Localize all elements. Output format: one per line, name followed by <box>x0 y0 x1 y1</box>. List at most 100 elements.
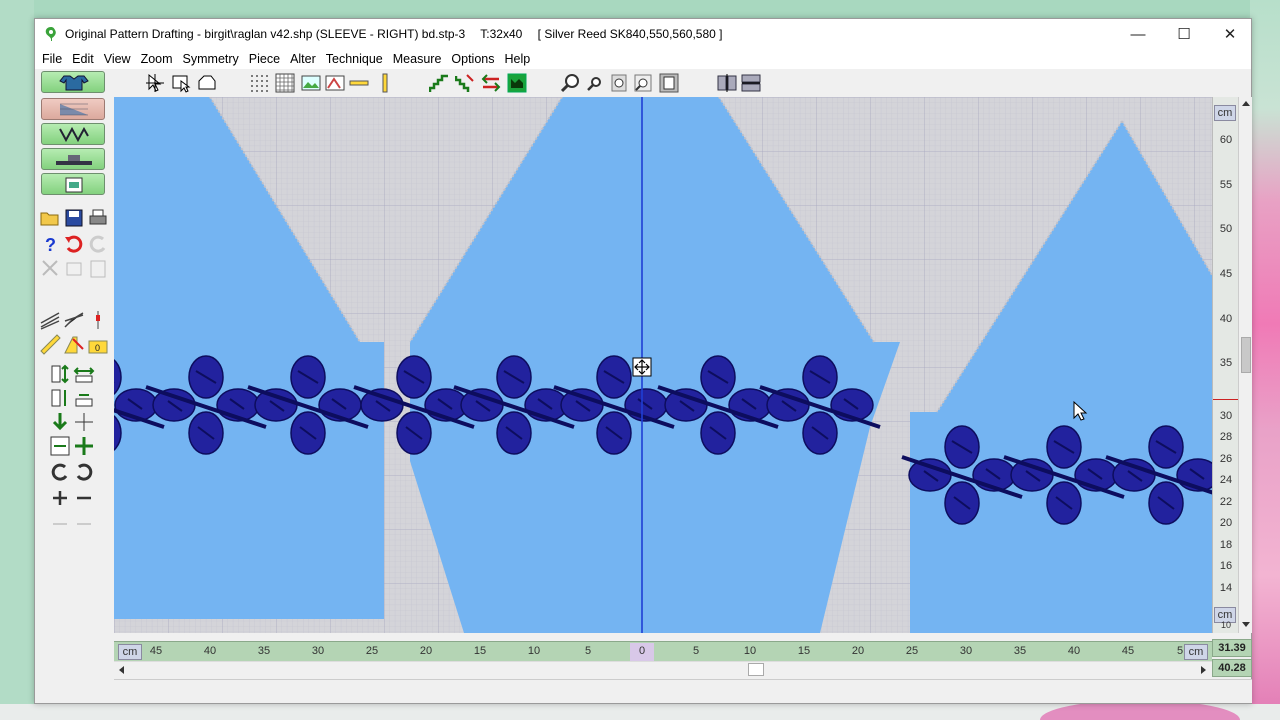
shift-left-icon[interactable] <box>49 513 71 535</box>
help-icon[interactable]: ? <box>39 233 61 255</box>
hruler-label: 45 <box>149 645 163 657</box>
open-folder-icon[interactable] <box>39 207 61 229</box>
vertical-scrollbar[interactable] <box>1238 97 1252 633</box>
save-icon[interactable] <box>63 207 85 229</box>
machine-knitting-button[interactable] <box>41 148 105 170</box>
scroll-up-icon[interactable] <box>1241 99 1251 109</box>
shift-right-icon[interactable] <box>73 513 95 535</box>
minimize-button[interactable]: — <box>1115 19 1161 49</box>
desktop-background-right <box>1250 0 1280 720</box>
zoom-fit-icon[interactable] <box>609 73 629 93</box>
stitch-pattern-button[interactable] <box>41 123 105 145</box>
ruler-measure-icon[interactable] <box>39 333 61 355</box>
cut-icon[interactable] <box>39 257 61 279</box>
horizontal-scroll-thumb[interactable] <box>748 663 764 676</box>
image-icon[interactable] <box>301 73 321 93</box>
print-icon[interactable] <box>87 207 109 229</box>
menu-technique[interactable]: Technique <box>321 52 388 66</box>
hruler-label: 25 <box>365 645 379 657</box>
expand-all-icon[interactable] <box>73 435 95 457</box>
shaping-lines-icon[interactable] <box>63 309 85 331</box>
pattern-design-button[interactable] <box>41 98 105 120</box>
shrink-vertical-icon[interactable] <box>49 387 71 409</box>
rotate-left-icon[interactable] <box>49 461 71 483</box>
x-coordinate-readout: 31.39 <box>1212 639 1252 657</box>
zoom-area-icon[interactable] <box>633 73 653 93</box>
expand-icon[interactable] <box>49 435 71 457</box>
menu-measure[interactable]: Measure <box>388 52 447 66</box>
vertical-scroll-thumb[interactable] <box>1241 337 1251 373</box>
hruler-label-zero: 0 <box>638 645 646 657</box>
stretch-vertical-icon[interactable] <box>49 363 71 385</box>
menu-edit[interactable]: Edit <box>67 52 99 66</box>
curves-icon[interactable] <box>39 309 61 331</box>
rotate-right-icon[interactable] <box>73 461 95 483</box>
slope-pattern-icon <box>60 103 88 116</box>
undo-icon[interactable] <box>63 233 85 255</box>
zoom-in-icon[interactable] <box>561 73 581 93</box>
paste-icon[interactable] <box>87 257 109 279</box>
menu-symmetry[interactable]: Symmetry <box>178 52 244 66</box>
close-button[interactable]: ✕ <box>1207 19 1253 49</box>
vertical-ruler-unit-top: cm <box>1214 105 1236 121</box>
move-down-icon[interactable] <box>49 411 71 433</box>
stairs-down-icon[interactable] <box>455 73 475 93</box>
plus-icon[interactable] <box>49 487 71 509</box>
vruler-label: 16 <box>1219 560 1233 572</box>
vertical-ruler[interactable]: cm 60 55 50 45 40 35 30 28 26 24 22 20 1… <box>1212 97 1239 633</box>
menu-options[interactable]: Options <box>446 52 499 66</box>
redo-icon[interactable] <box>87 233 109 255</box>
vruler-label: 45 <box>1219 268 1233 280</box>
hruler-label: 40 <box>1067 645 1081 657</box>
scroll-right-icon[interactable] <box>1198 665 1208 675</box>
minus-icon[interactable] <box>73 487 95 509</box>
menu-piece[interactable]: Piece <box>244 52 285 66</box>
ruler-zero-icon[interactable]: 0 <box>87 333 109 355</box>
menu-zoom[interactable]: Zoom <box>136 52 178 66</box>
pointer-select-icon[interactable] <box>145 73 165 93</box>
mirror-horizontal-icon[interactable] <box>741 73 761 93</box>
shrink-horizontal-icon[interactable] <box>73 387 95 409</box>
horizontal-ruler[interactable]: cm 45 40 35 30 25 20 15 10 5 0 5 10 15 2… <box>114 641 1212 661</box>
select-box-icon[interactable] <box>171 73 191 93</box>
hruler-label: 30 <box>311 645 325 657</box>
vruler-label: 28 <box>1219 431 1233 443</box>
vertical-line-icon[interactable] <box>375 73 395 93</box>
stretch-horizontal-icon[interactable] <box>73 363 95 385</box>
dot-grid-icon[interactable] <box>249 73 269 93</box>
ruler-angle-icon[interactable] <box>63 333 85 355</box>
marker-icon[interactable] <box>87 309 109 331</box>
arrows-icon[interactable] <box>481 73 501 93</box>
instructions-button[interactable] <box>41 173 105 195</box>
menu-view[interactable]: View <box>99 52 136 66</box>
hruler-label: 10 <box>527 645 541 657</box>
pattern-canvas[interactable] <box>114 97 1212 633</box>
zoom-page-icon[interactable] <box>659 73 679 93</box>
knit-pattern-icon[interactable] <box>507 73 527 93</box>
copy-icon[interactable] <box>63 257 85 279</box>
maximize-button[interactable]: ☐ <box>1161 19 1207 49</box>
hruler-label: 10 <box>743 645 757 657</box>
vruler-label: 30 <box>1219 410 1233 422</box>
horizontal-line-icon[interactable] <box>349 73 369 93</box>
horizontal-scrollbar[interactable] <box>114 661 1212 677</box>
garment-shape-button[interactable] <box>41 71 105 93</box>
window-title-stitch: T:32x40 <box>480 27 523 41</box>
lasso-icon[interactable] <box>197 73 217 93</box>
split-vertical-icon[interactable] <box>73 411 95 433</box>
stairs-up-icon[interactable] <box>429 73 449 93</box>
menu-help[interactable]: Help <box>500 52 536 66</box>
vruler-label: 40 <box>1219 313 1233 325</box>
vruler-label: 24 <box>1219 474 1233 486</box>
mirror-vertical-icon[interactable] <box>717 73 737 93</box>
app-window: Original Pattern Drafting - birgit\ragla… <box>34 18 1252 704</box>
zoom-out-icon[interactable] <box>585 73 605 93</box>
pattern-image-icon[interactable] <box>325 73 345 93</box>
scroll-down-icon[interactable] <box>1241 619 1251 629</box>
grid-icon[interactable] <box>275 73 295 93</box>
menu-alter[interactable]: Alter <box>285 52 321 66</box>
vruler-label: 20 <box>1219 517 1233 529</box>
menu-file[interactable]: File <box>37 52 67 66</box>
scroll-left-icon[interactable] <box>117 665 127 675</box>
vruler-label: 55 <box>1219 179 1233 191</box>
